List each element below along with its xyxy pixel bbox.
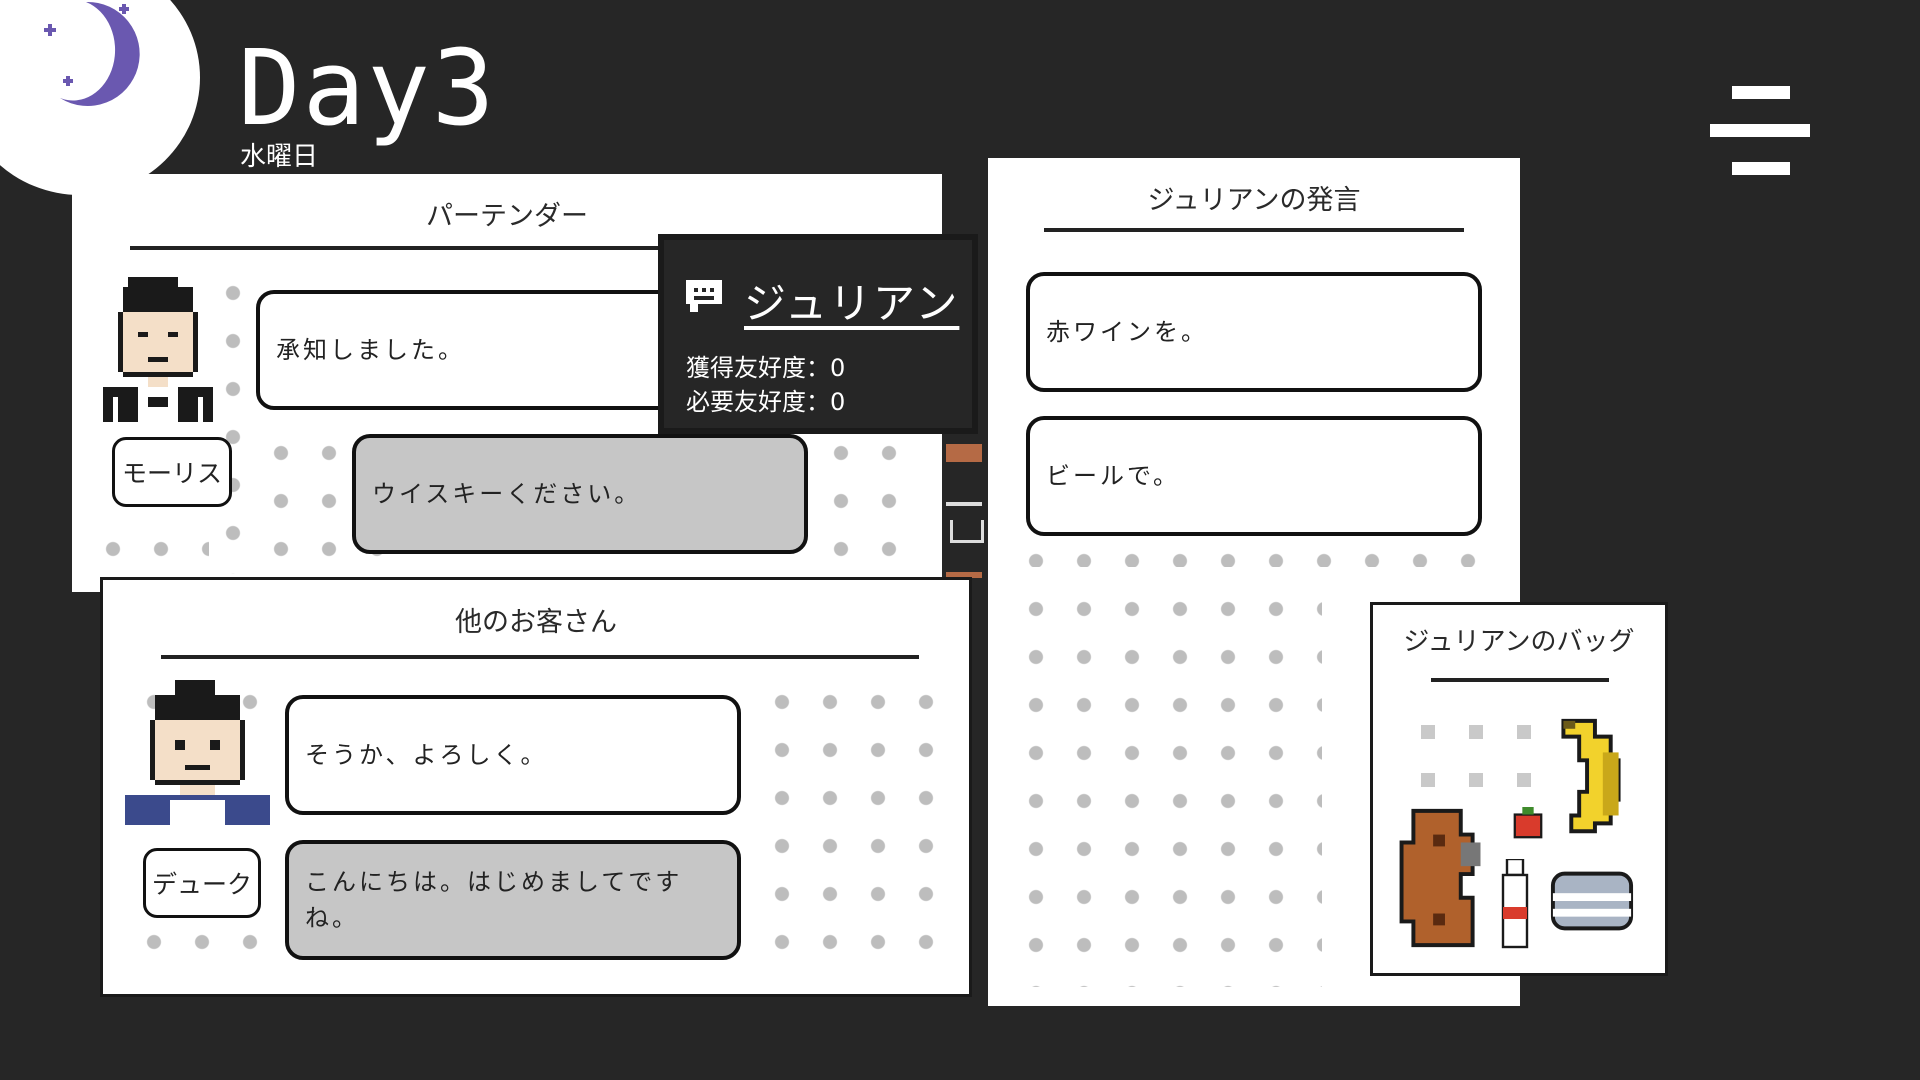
title-divider <box>1044 228 1464 232</box>
character-tooltip: ジュリアン 獲得友好度：0 必要友好度：0 <box>658 234 978 434</box>
time-of-day-badge <box>0 0 200 195</box>
menu-button[interactable] <box>1710 86 1810 176</box>
dot-pattern <box>758 678 953 968</box>
remark-option[interactable]: 赤ワインを。 <box>1026 272 1482 392</box>
duke-dialogue-bubble: そうか、よろしく。 <box>285 695 741 815</box>
speech-bubble-icon <box>686 280 722 312</box>
guitar-case-icon[interactable] <box>1397 803 1489 953</box>
dot-pattern <box>130 918 280 968</box>
day-counter: Day3 <box>238 27 497 149</box>
divider-strip <box>942 440 986 600</box>
panel-title: 他のお客さん <box>455 607 617 638</box>
crescent-moon-icon <box>44 1 140 106</box>
customer-greeting-bubble: こんにちは。はじめましてですね。 <box>285 840 741 960</box>
weekday-label: 水曜日 <box>240 142 319 172</box>
title-divider <box>1431 678 1609 682</box>
customer-order-bubble: ウイスキーください。 <box>352 434 808 554</box>
tooltip-character-name[interactable]: ジュリアン <box>744 270 959 331</box>
dot-pattern <box>1012 585 1322 987</box>
panel-title: パーテンダー <box>426 201 588 232</box>
remark-option[interactable]: ビールで。 <box>1026 416 1482 536</box>
other-customers-panel: 他のお客さん デューク そうか、よろしく。 こんにちは。はじめましてですね。 <box>100 577 972 997</box>
panel-title: ジュリアンの発言 <box>1147 185 1361 216</box>
title-divider <box>130 246 720 250</box>
tin-can-icon[interactable] <box>1549 865 1635 937</box>
julian-bag-panel: ジュリアンのバッグ <box>1370 602 1668 976</box>
bartender-portrait <box>103 277 213 422</box>
dot-pattern <box>89 525 209 575</box>
affinity-required: 必要友好度：0 <box>686 388 846 416</box>
banana-icon[interactable] <box>1547 713 1635 847</box>
title-divider <box>161 655 919 659</box>
dot-pattern <box>817 429 927 574</box>
affinity-gained: 獲得友好度：0 <box>686 354 846 382</box>
bottle-icon[interactable] <box>1499 859 1531 951</box>
panel-title: ジュリアンのバッグ <box>1403 627 1635 657</box>
tomato-icon[interactable] <box>1511 807 1545 841</box>
bartender-dialogue-bubble: 承知しました。 <box>256 290 716 410</box>
duke-name-tag: デューク <box>143 848 261 918</box>
duke-portrait <box>125 680 270 825</box>
bartender-name-tag: モーリス <box>112 437 232 507</box>
dot-pattern <box>1012 537 1502 567</box>
